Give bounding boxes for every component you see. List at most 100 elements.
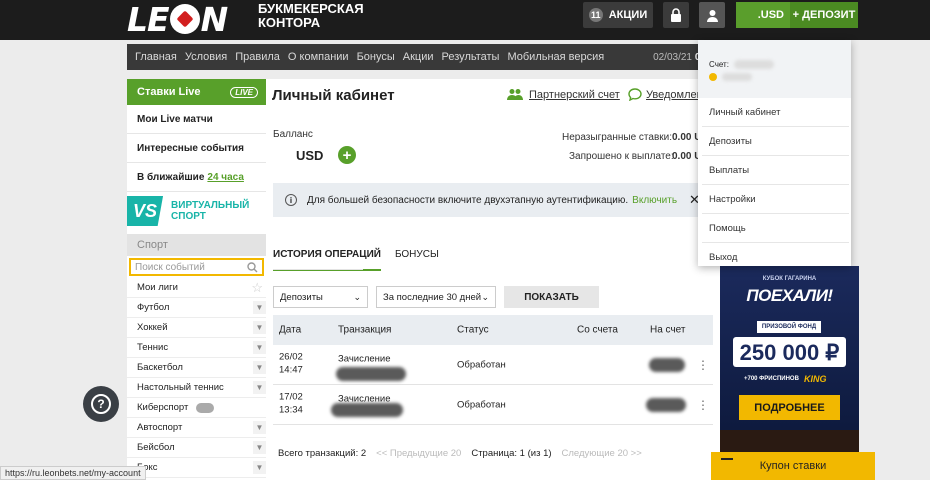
sport-table-tennis[interactable]: Настольный теннис ▼ [127,378,266,398]
column-from-account: Со счета [577,324,618,336]
next-page-link[interactable]: Следующие 20 >> [562,448,642,459]
chevron-down-icon[interactable]: ▼ [253,341,266,354]
live-badge-icon: LIVE [230,86,258,98]
sport-my-leagues[interactable]: Мои лиги ☆ [127,278,266,298]
promo-banner-2[interactable] [720,430,859,452]
sport-tennis[interactable]: Теннис ▼ [127,338,266,358]
balance-currency: USD [296,148,324,163]
sport-boxing[interactable]: Бокс ▼ [127,458,266,478]
lock-icon [671,8,681,22]
nav-item-main[interactable]: Главная [135,51,177,63]
tab-bonuses[interactable]: БОНУСЫ [395,246,439,271]
sidebar-item-label: Мои Live матчи [137,113,213,125]
menu-item-account[interactable]: Личный кабинет [702,98,849,127]
sport-football[interactable]: Футбол ▼ [127,298,266,318]
column-to-account: На счет [650,324,686,336]
lock-button[interactable] [663,2,689,28]
sport-label: Бейсбол [137,442,175,453]
nav-item-bonuses[interactable]: Бонусы [357,51,395,63]
sidebar-item-my-live[interactable]: Мои Live матчи [127,105,266,134]
banner-amount: 250 000 ₽ [739,340,840,365]
redacted-transaction-id [336,367,406,381]
add-funds-button[interactable]: + [338,146,356,164]
star-icon[interactable]: ☆ [251,280,263,296]
info-icon: i [285,194,297,206]
prev-page-link[interactable]: << Предыдущие 20 [376,448,461,459]
virtual-sport-banner[interactable]: VS ВИРТУАЛЬНЫЙ СПОРТ [127,192,266,230]
transaction-type-select[interactable]: Депозиты ⌄ [273,286,368,308]
sport-esports[interactable]: Киберспорт [127,398,266,418]
chevron-down-icon[interactable]: ▼ [253,461,266,474]
user-menu-dropdown: Счет: Личный кабинет Депозиты Выплаты На… [698,40,851,266]
virtual-sport-label: ВИРТУАЛЬНЫЙ СПОРТ [171,200,250,222]
sidebar: Ставки Live LIVE Мои Live матчи Интересн… [127,79,266,480]
leon-logo[interactable]: LE N [127,0,228,38]
period-value: За последние 30 дней [383,291,482,303]
nav-item-mobile[interactable]: Мобильная версия [507,51,604,63]
unplayed-bets-label: Неразыгранные ставки: [562,132,672,143]
sidebar-item-label: В ближайшие [137,171,205,183]
chevron-down-icon[interactable]: ▼ [253,301,266,314]
sport-hockey[interactable]: Хоккей ▼ [127,318,266,338]
chevron-down-icon[interactable]: ▼ [253,441,266,454]
table-header: Дата Транзакция Статус Со счета На счет [273,315,713,345]
main-nav: Главная Условия Правила О компании Бонус… [127,44,720,70]
chevron-down-icon[interactable]: ▼ [253,361,266,374]
sport-label: Автоспорт [137,422,183,433]
banner-more-button[interactable]: ПОДРОБНЕЕ [739,395,840,420]
sport-motorsport[interactable]: Автоспорт ▼ [127,418,266,438]
promotions-button[interactable]: 11 АКЦИИ [583,2,653,28]
chevron-down-icon[interactable]: ▼ [253,321,266,334]
bet-slip-button[interactable]: Купон ставки [711,452,875,480]
gamepad-icon [196,402,215,413]
header-balance: .USD [757,9,784,21]
menu-item-settings[interactable]: Настройки [702,185,849,214]
security-info-banner: i Для большей безопасности включите двух… [273,183,720,217]
sport-baseball[interactable]: Бейсбол ▼ [127,438,266,458]
live-bets-button[interactable]: Ставки Live LIVE [127,79,266,105]
show-button[interactable]: ПОКАЗАТЬ [504,286,599,308]
deposit-button[interactable]: .USD + ДЕПОЗИТ [736,2,858,28]
menu-item-help[interactable]: Помощь [702,214,849,243]
nav-item-rules[interactable]: Правила [235,51,280,63]
menu-item-payouts[interactable]: Выплаты [702,156,849,185]
sidebar-item-interesting[interactable]: Интересные события [127,134,266,163]
vs-logo: VS [127,196,164,226]
table-row[interactable]: 26/02 14:47 Зачисление Обработан ⋮ [273,346,713,385]
partner-account-link[interactable]: Партнерский счет [507,88,620,101]
balance-label: Балланс [273,129,313,140]
row-transaction: Зачисление [338,353,391,365]
menu-item-logout[interactable]: Выход [702,243,849,272]
row-date: 17/02 [279,391,303,403]
browser-status-bar: https://ru.leonbets.net/my-account [0,466,146,480]
page-title: Личный кабинет [272,87,395,104]
soon-24h-link[interactable]: 24 часа [207,172,244,183]
more-options-icon[interactable]: ⋮ [697,358,709,372]
enable-2fa-link[interactable]: Включить [632,195,677,206]
chat-icon [628,88,642,101]
banner-fund-label: ПРИЗОВОЙ ФОНД [757,321,821,333]
nav-item-results[interactable]: Результаты [442,51,500,63]
nav-item-promos[interactable]: Акции [403,51,434,63]
search-input[interactable]: Поиск событий [129,258,264,276]
nav-date: 02/03/21 [653,51,692,63]
help-button[interactable]: ? [83,386,119,422]
pagination: Всего транзакций: 2 << Предыдущие 20 Стр… [278,448,642,459]
menu-item-deposits[interactable]: Депозиты [702,127,849,156]
nav-item-about[interactable]: О компании [288,51,349,63]
period-select[interactable]: За последние 30 дней ⌄ [376,286,496,308]
notifications-link[interactable]: Уведомлен [628,88,703,101]
tabs-divider [273,269,363,270]
sport-basketball[interactable]: Баскетбол ▼ [127,358,266,378]
sidebar-item-soon[interactable]: В ближайшие 24 часа [127,163,266,192]
banner-brand: KING [804,374,827,384]
redacted-to-account [646,398,686,412]
row-date: 26/02 [279,351,303,363]
chevron-down-icon[interactable]: ▼ [253,421,266,434]
chevron-down-icon[interactable]: ▼ [253,381,266,394]
table-row[interactable]: 17/02 13:34 Зачисление Обработан ⋮ [273,386,713,425]
nav-item-terms[interactable]: Условия [185,51,227,63]
more-options-icon[interactable]: ⋮ [697,398,709,412]
user-button[interactable] [699,2,725,28]
tab-operations-history[interactable]: ИСТОРИЯ ОПЕРАЦИЙ [273,246,381,271]
